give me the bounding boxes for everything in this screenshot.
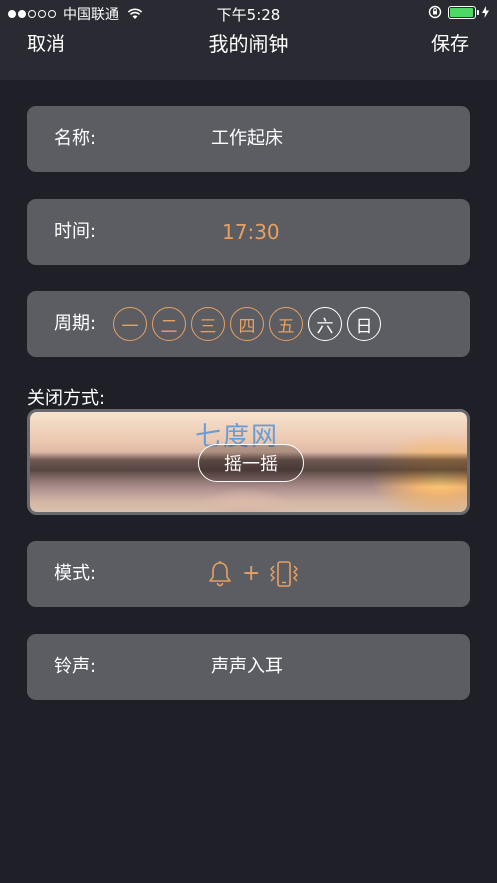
mode-plus: + [242,561,261,586]
day-monday-toggle[interactable]: 一 [113,307,147,341]
day-saturday-toggle[interactable]: 六 [308,307,342,341]
close-method-panel[interactable]: 七度网 摇一摇 [27,409,470,515]
charging-icon [482,6,489,18]
time-value[interactable]: 17:30 [222,199,280,265]
weekday-label: 周期: [54,313,97,334]
mode-label: 模式: [54,563,97,584]
day-wednesday-toggle[interactable]: 三 [191,307,225,341]
weekday-row: 周期: 一 二 三 四 五 六 日 [27,291,470,357]
shake-button[interactable]: 摇一摇 [198,444,304,482]
battery-icon [448,5,479,19]
day-tuesday-toggle[interactable]: 二 [152,307,186,341]
close-method-label: 关闭方式: [27,388,106,409]
time-row[interactable]: 时间: 17:30 [27,199,470,265]
nav-bar: 取消 我的闹钟 保存 [0,26,497,80]
bell-icon[interactable] [207,560,233,588]
save-button[interactable]: 保存 [431,29,469,56]
name-value[interactable]: 工作起床 [211,106,283,172]
status-bar: 中国联通 下午5:28 [0,0,497,26]
mode-icons: + [207,560,299,588]
page-title: 我的闹钟 [208,32,289,56]
ringtone-label: 铃声: [54,656,97,677]
mode-row[interactable]: 模式: + [27,541,470,607]
weekday-selector: 一 二 三 四 五 六 日 [113,307,381,341]
name-row[interactable]: 名称: 工作起床 [27,106,470,172]
vibrate-icon[interactable] [269,560,299,588]
ringtone-value[interactable]: 声声入耳 [211,634,283,700]
orientation-lock-icon [428,5,442,19]
status-right [428,5,489,19]
day-sunday-toggle[interactable]: 日 [347,307,381,341]
time-label: 时间: [54,221,97,242]
status-time: 下午5:28 [216,6,281,24]
name-label: 名称: [54,128,97,149]
day-thursday-toggle[interactable]: 四 [230,307,264,341]
day-friday-toggle[interactable]: 五 [269,307,303,341]
ringtone-row[interactable]: 铃声: 声声入耳 [27,634,470,700]
